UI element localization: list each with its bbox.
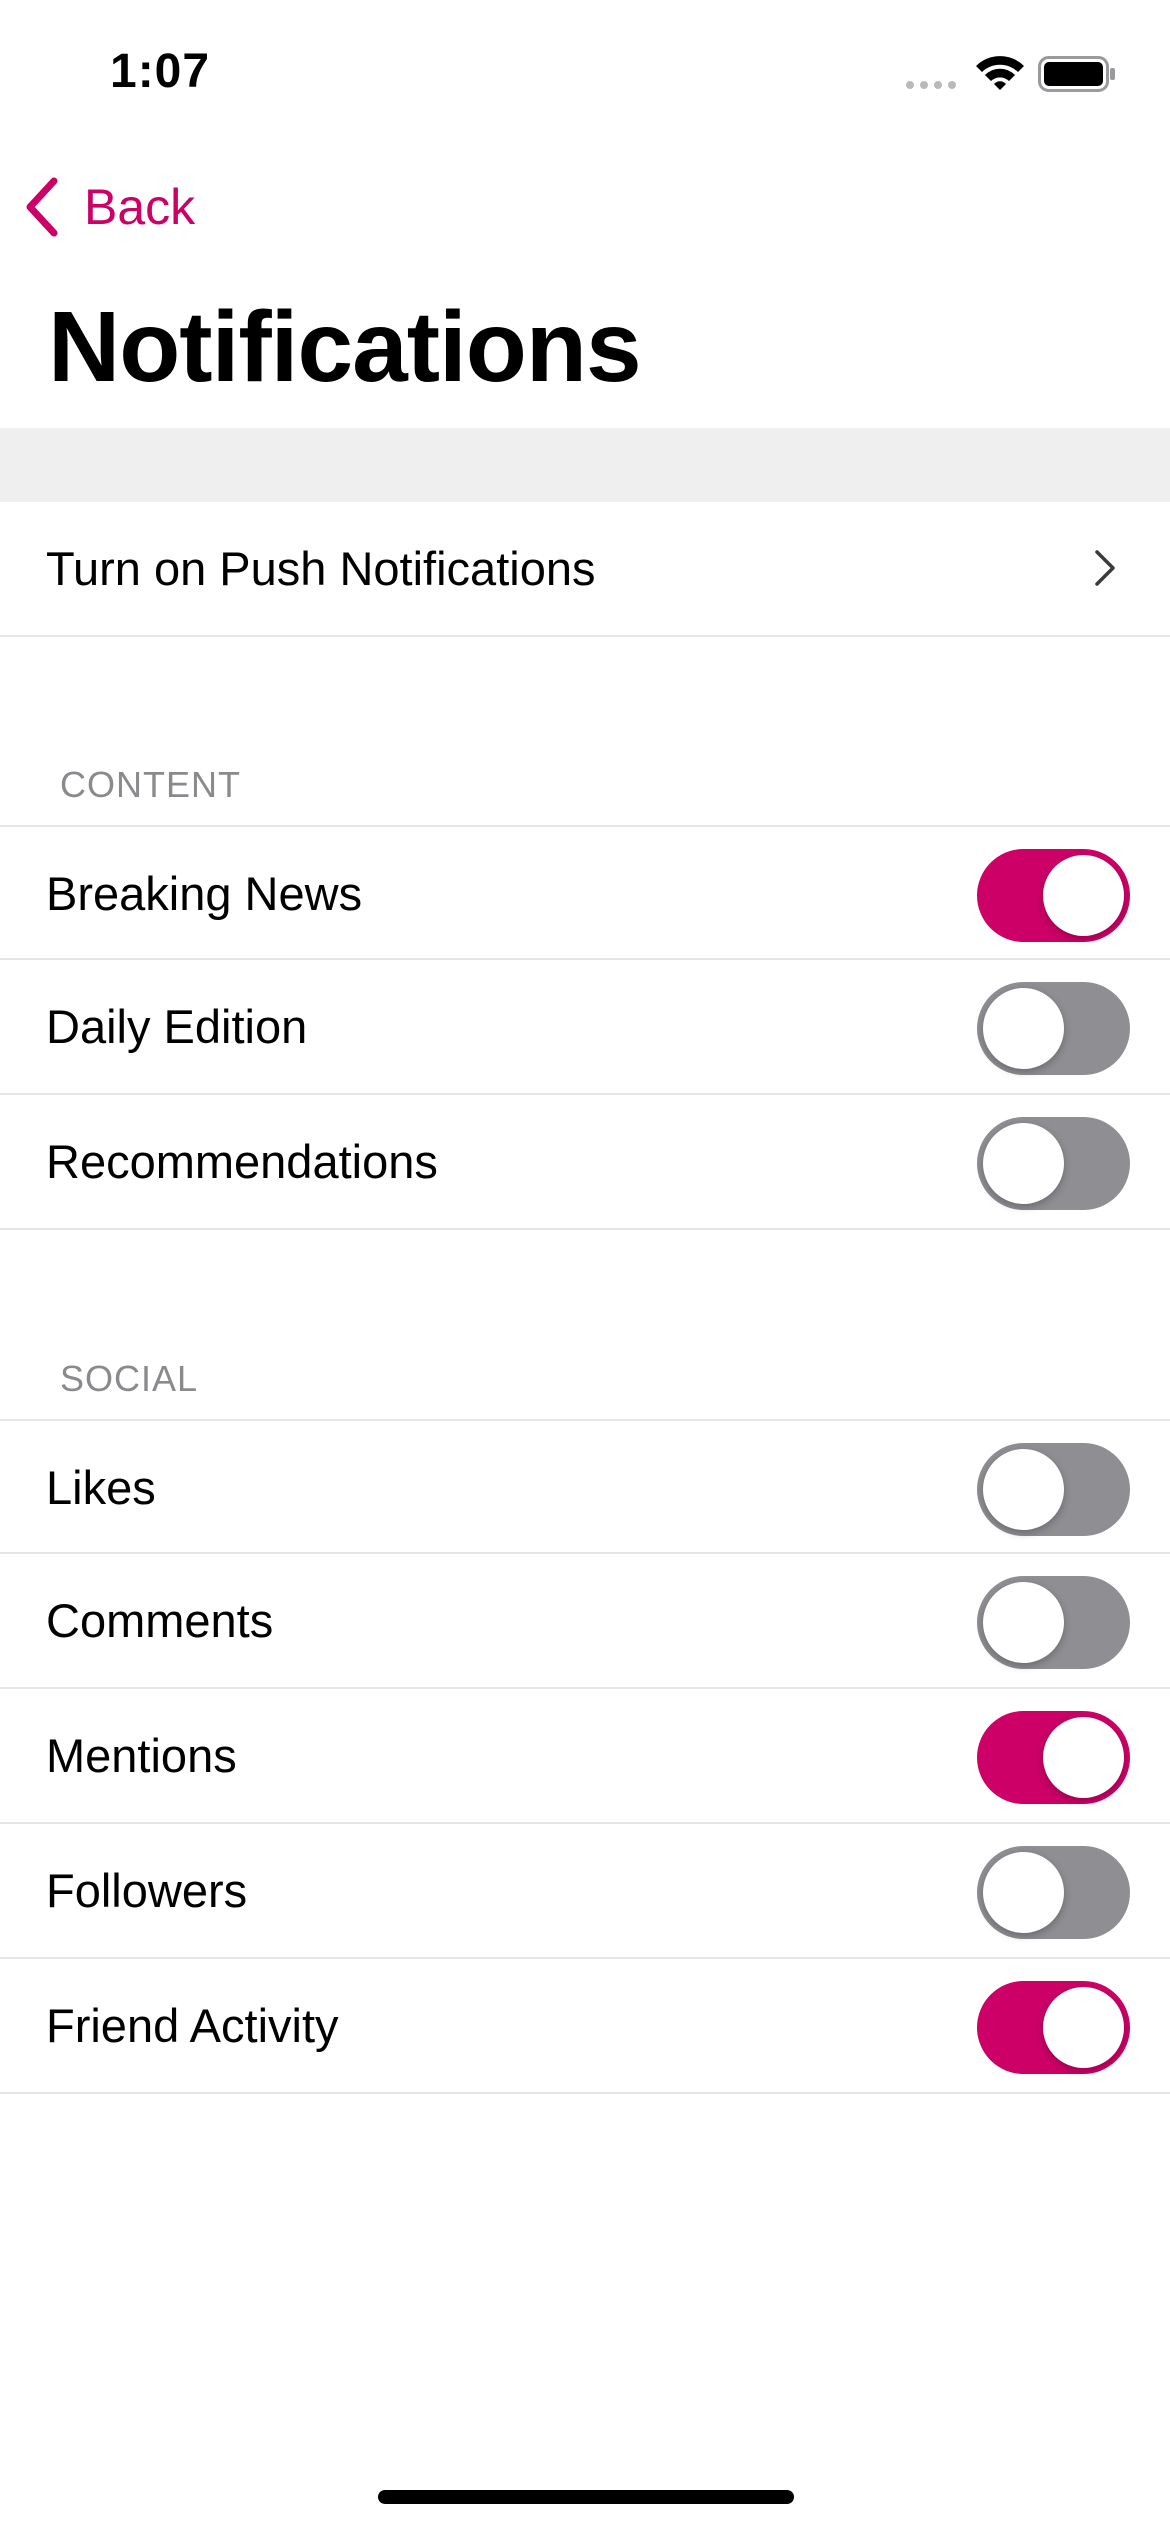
section-header-content: CONTENT xyxy=(60,764,241,805)
toggle-row-mentions: Mentions xyxy=(0,1689,1170,1824)
back-label: Back xyxy=(84,179,196,235)
toggle-row-likes: Likes xyxy=(0,1419,1170,1554)
wifi-icon xyxy=(976,56,1024,90)
push-notifications-label: Turn on Push Notifications xyxy=(46,542,596,595)
toggle-row-comments: Comments xyxy=(0,1554,1170,1689)
signal-dots-icon xyxy=(906,81,956,89)
row-label: Comments xyxy=(46,1594,274,1647)
row-label: Likes xyxy=(46,1461,156,1514)
toggle-mentions[interactable] xyxy=(977,1711,1130,1804)
toggle-row-followers: Followers xyxy=(0,1824,1170,1959)
page-title: Notifications xyxy=(48,291,642,403)
row-label: Followers xyxy=(46,1864,248,1917)
toggle-comments[interactable] xyxy=(977,1576,1130,1669)
back-button[interactable]: Back xyxy=(22,172,195,242)
home-indicator[interactable] xyxy=(378,2490,794,2504)
toggle-row-recommendations: Recommendations xyxy=(0,1095,1170,1230)
row-label: Friend Activity xyxy=(46,1999,339,2052)
row-label: Mentions xyxy=(46,1729,237,1782)
toggle-row-breaking-news: Breaking News xyxy=(0,825,1170,960)
status-time: 1:07 xyxy=(110,45,211,98)
row-label: Daily Edition xyxy=(46,1000,308,1053)
row-label: Recommendations xyxy=(46,1135,438,1188)
chevron-right-icon xyxy=(1095,550,1115,586)
toggle-breaking-news[interactable] xyxy=(977,849,1130,942)
toggle-likes[interactable] xyxy=(977,1443,1130,1536)
toggle-friend-activity[interactable] xyxy=(977,1981,1130,2074)
battery-icon xyxy=(1038,56,1115,92)
toggle-row-friend-activity: Friend Activity xyxy=(0,1959,1170,2094)
section-spacer xyxy=(0,428,1170,502)
toggle-followers[interactable] xyxy=(977,1846,1130,1939)
row-label: Breaking News xyxy=(46,867,363,920)
section-header-social: SOCIAL xyxy=(60,1358,199,1399)
toggle-row-daily-edition: Daily Edition xyxy=(0,960,1170,1095)
toggle-daily-edition[interactable] xyxy=(977,982,1130,1075)
status-bar: 1:07 xyxy=(0,0,1170,140)
toggle-recommendations[interactable] xyxy=(977,1117,1130,1210)
chevron-left-icon xyxy=(26,177,58,237)
push-notifications-row[interactable]: Turn on Push Notifications xyxy=(0,502,1170,637)
